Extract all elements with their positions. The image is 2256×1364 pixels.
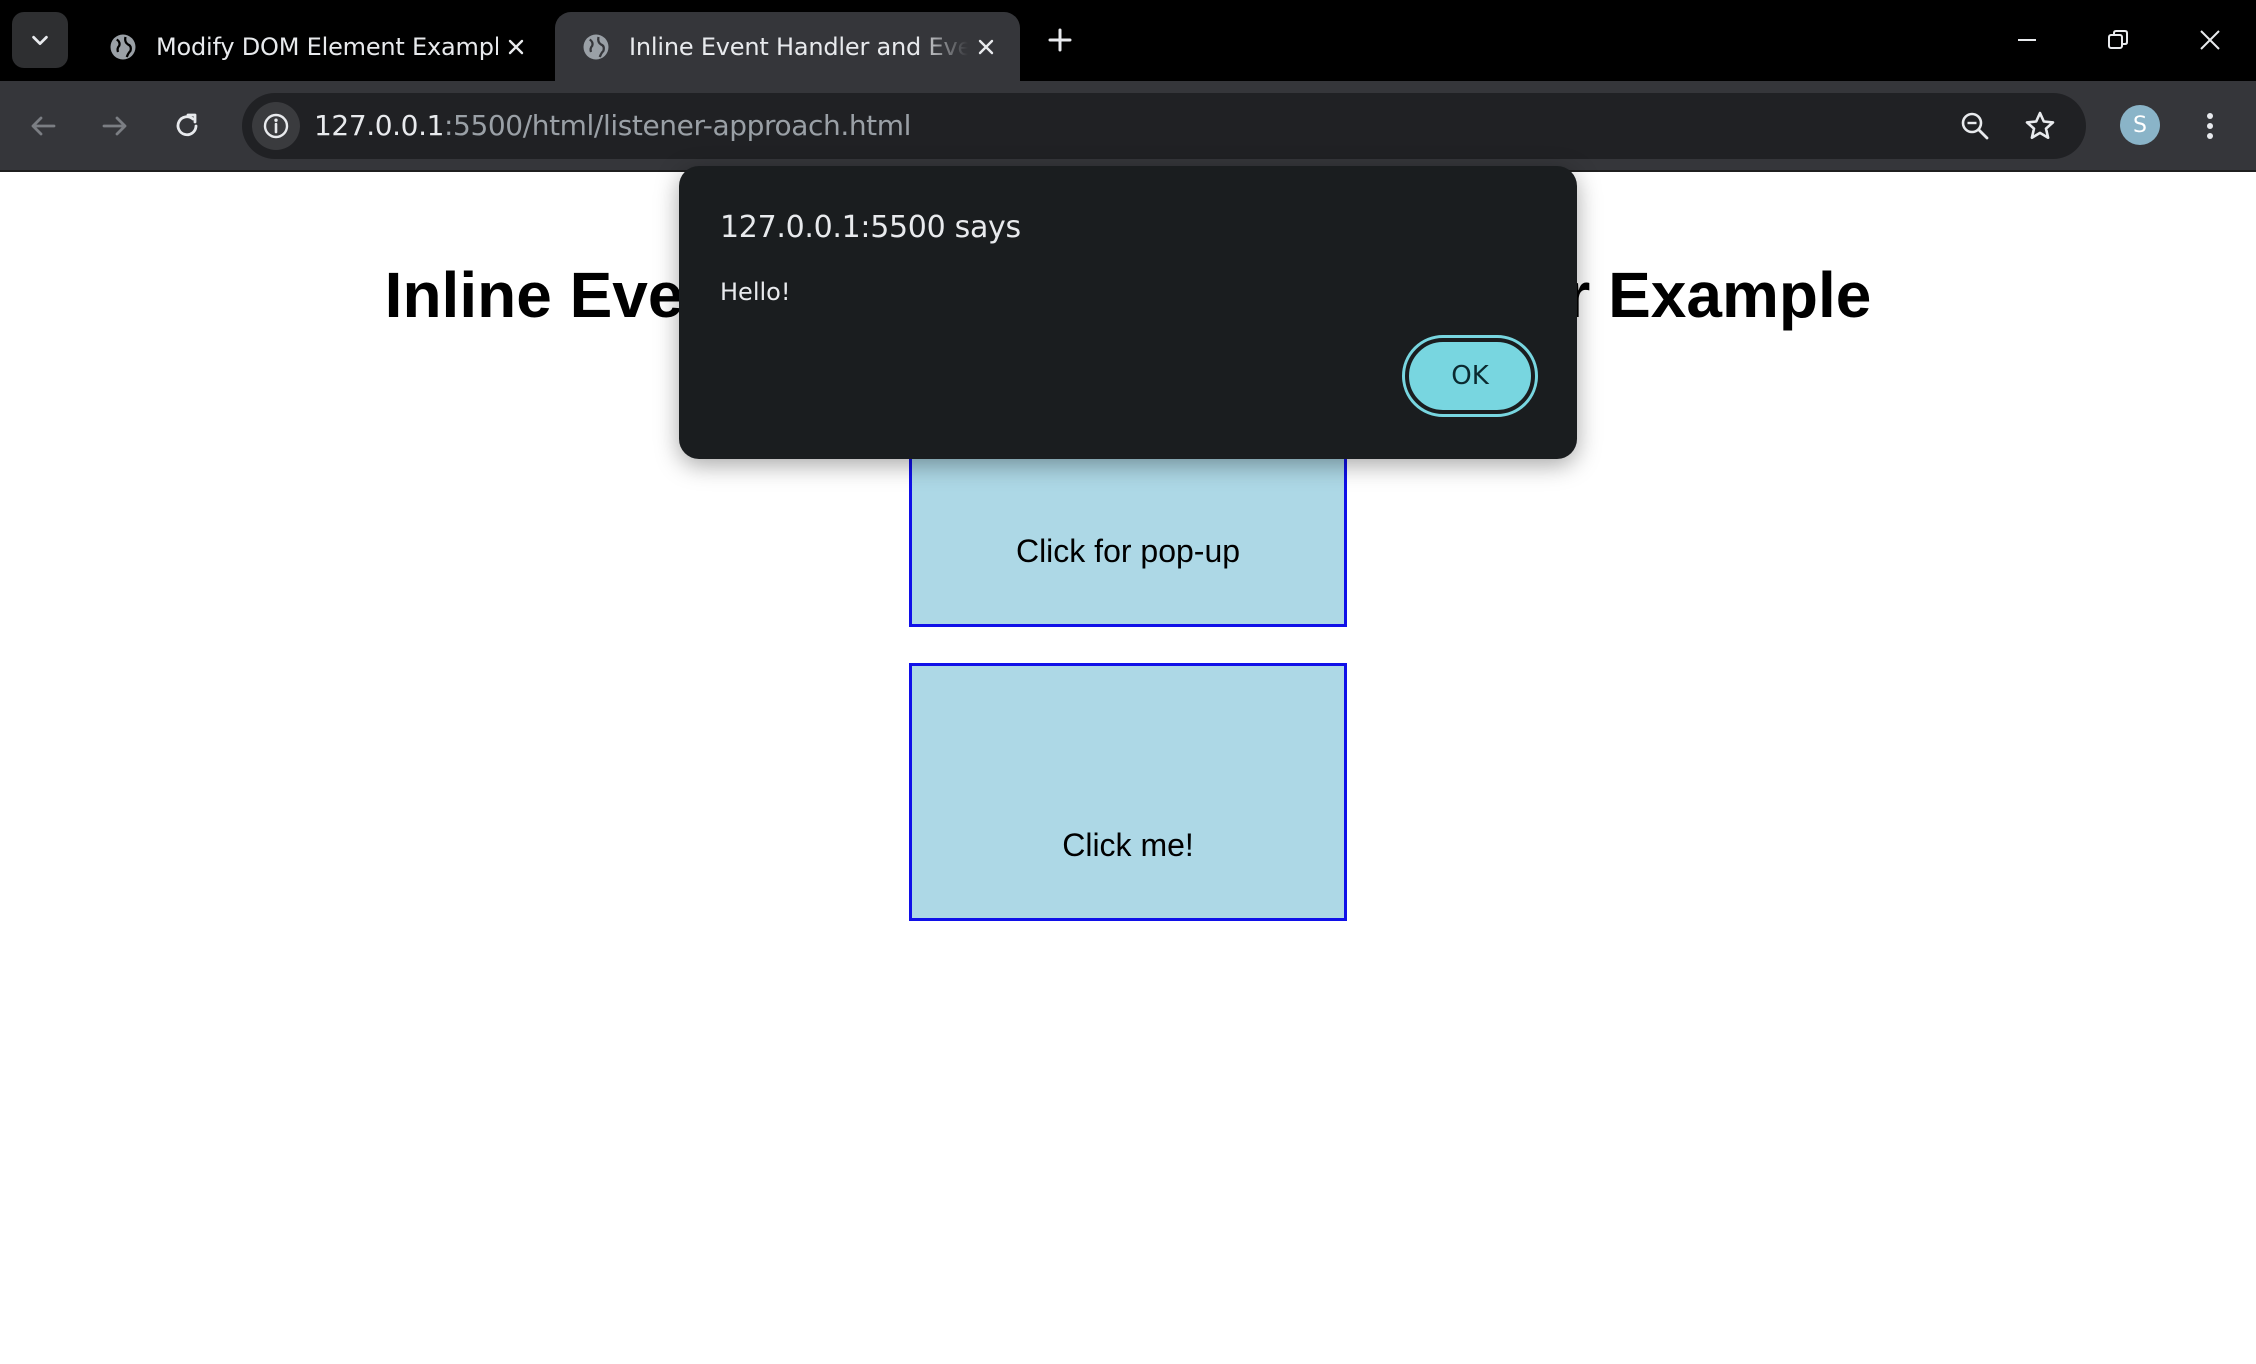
click-me-box[interactable]: Click me!: [909, 663, 1347, 921]
dialog-message: Hello!: [720, 278, 791, 306]
click-me-box-label: Click me!: [1062, 827, 1194, 863]
url-path: :5500/html/listener-approach.html: [444, 109, 911, 142]
profile-avatar[interactable]: S: [2120, 105, 2160, 145]
tab-title: Inline Event Handler and Event Listener …: [629, 32, 968, 61]
plus-icon: [1048, 28, 1072, 52]
zoom-button[interactable]: [1952, 103, 1998, 149]
url-text[interactable]: 127.0.0.1:5500/html/listener-approach.ht…: [314, 93, 911, 159]
new-tab-button[interactable]: [1040, 20, 1080, 60]
close-tab-icon[interactable]: [498, 29, 534, 65]
globe-icon: [110, 34, 136, 59]
popup-box-label: Click for pop-up: [1015, 533, 1241, 569]
arrow-left-icon: [31, 116, 56, 136]
reload-icon: [176, 113, 198, 137]
info-icon: [263, 113, 289, 139]
tab-modify-dom[interactable]: Modify DOM Element Example: [82, 12, 550, 81]
forward-button[interactable]: [92, 103, 138, 149]
globe-icon: [583, 34, 609, 59]
back-button[interactable]: [20, 103, 66, 149]
address-bar[interactable]: 127.0.0.1:5500/html/listener-approach.ht…: [242, 93, 2086, 159]
restore-icon: [2108, 30, 2128, 49]
tab-search-button[interactable]: [12, 12, 68, 68]
tab-title: Modify DOM Element Example: [156, 32, 498, 61]
zoom-out-icon: [1961, 112, 1989, 140]
minimize-button[interactable]: [1997, 14, 2057, 66]
url-host: 127.0.0.1: [314, 109, 444, 142]
alert-dialog: 127.0.0.1:5500 says Hello! OK: [679, 166, 1577, 459]
browser-menu-button[interactable]: [2190, 103, 2230, 149]
dialog-title: 127.0.0.1:5500 says: [720, 210, 1021, 245]
star-icon: [2025, 111, 2055, 139]
chevron-down-icon: [32, 35, 48, 46]
arrow-right-icon: [102, 116, 127, 136]
close-tab-icon[interactable]: [968, 29, 1004, 65]
close-icon: [2200, 30, 2220, 50]
bookmark-button[interactable]: [2017, 103, 2063, 149]
more-vert-icon: [2207, 113, 2213, 139]
ok-button[interactable]: OK: [1402, 335, 1538, 417]
minimize-icon: [2018, 39, 2036, 41]
tab-strip: Modify DOM Element Example Inline Event …: [0, 0, 2256, 81]
restore-button[interactable]: [2088, 14, 2148, 66]
close-window-button[interactable]: [2180, 14, 2240, 66]
site-info-button[interactable]: [252, 102, 300, 150]
browser-toolbar: 127.0.0.1:5500/html/listener-approach.ht…: [0, 81, 2256, 172]
reload-button[interactable]: [164, 103, 210, 149]
tab-inline-event-handler[interactable]: Inline Event Handler and Event Listener …: [555, 12, 1020, 81]
